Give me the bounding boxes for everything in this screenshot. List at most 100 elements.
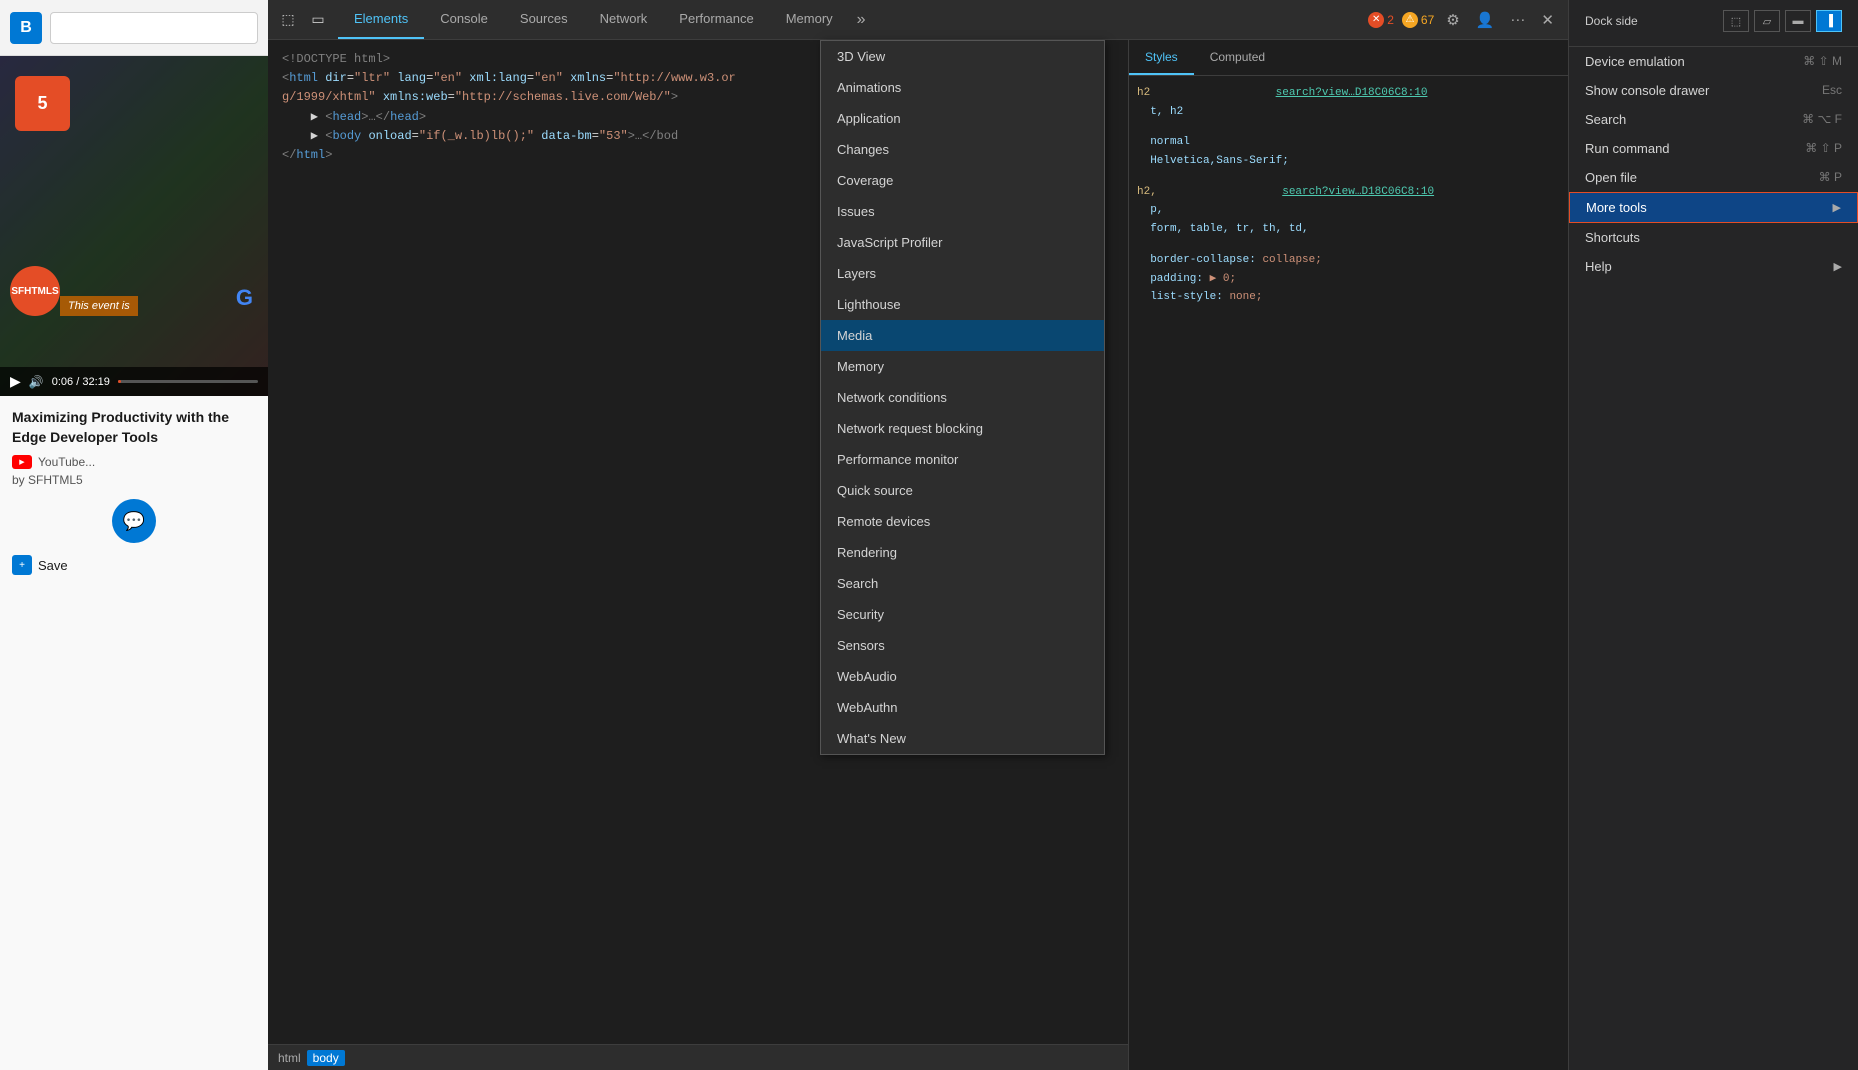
- menu-item-network-blocking[interactable]: Network request blocking: [821, 413, 1104, 444]
- menu-item-animations[interactable]: Animations: [821, 72, 1104, 103]
- dock-icons-row: ⬚ ▱ ▬ ▐: [1723, 10, 1842, 32]
- menu-show-console-label: Show console drawer: [1585, 83, 1709, 98]
- dock-side-row: Dock side ⬚ ▱ ▬ ▐: [1585, 10, 1842, 32]
- menu-item-layers[interactable]: Layers: [821, 258, 1104, 289]
- menu-item-quick-source[interactable]: Quick source: [821, 475, 1104, 506]
- device-icon[interactable]: ▭: [306, 8, 330, 32]
- menu-item-rendering[interactable]: Rendering: [821, 537, 1104, 568]
- menu-open-file[interactable]: Open file ⌘ P: [1569, 163, 1858, 192]
- cursor-icon[interactable]: ⬚: [276, 8, 300, 32]
- video-controls: ▶ 🔊 0:06 / 32:19: [0, 367, 268, 396]
- menu-item-perf-monitor[interactable]: Performance monitor: [821, 444, 1104, 475]
- more-options-icon[interactable]: ···: [1506, 11, 1529, 28]
- menu-item-remote-devices[interactable]: Remote devices: [821, 506, 1104, 537]
- menu-item-application[interactable]: Application: [821, 103, 1104, 134]
- close-button[interactable]: ✕: [1537, 11, 1558, 29]
- dock-panel: Dock side ⬚ ▱ ▬ ▐ Device emulation ⌘ ⇧ M…: [1568, 0, 1858, 1070]
- source-text: YouTube...: [38, 455, 95, 469]
- warn-count: 67: [1421, 13, 1434, 27]
- tab-elements[interactable]: Elements: [338, 0, 424, 39]
- css-block-3: h2, search?view…D18C06C8:10 p, form, tab…: [1137, 183, 1560, 239]
- css-property-font: Helvetica,Sans-Serif;: [1137, 152, 1560, 171]
- css-selector-h2: h2 search?view…D18C06C8:10: [1137, 84, 1560, 103]
- tab-sources[interactable]: Sources: [504, 0, 584, 39]
- html5-badge: 5: [15, 76, 70, 131]
- styles-content[interactable]: h2 search?view…D18C06C8:10 t, h2 normal …: [1129, 76, 1568, 1070]
- css-block-2: normal Helvetica,Sans-Serif;: [1137, 133, 1560, 170]
- browser-panel: B 5 SFHTMLS This event is G ▶ 🔊 0:06 / 3…: [0, 0, 268, 1070]
- dock-undock-button[interactable]: ⬚: [1723, 10, 1749, 32]
- dock-menu: Device emulation ⌘ ⇧ M Show console draw…: [1569, 47, 1858, 281]
- menu-item-security[interactable]: Security: [821, 599, 1104, 630]
- menu-more-tools[interactable]: More tools ▶: [1569, 192, 1858, 223]
- css-selector-h2-2: h2, search?view…D18C06C8:10: [1137, 183, 1560, 202]
- save-button[interactable]: + Save: [12, 555, 256, 575]
- menu-run-command[interactable]: Run command ⌘ ⇧ P: [1569, 134, 1858, 163]
- settings-icon[interactable]: ⚙: [1442, 11, 1463, 29]
- menu-help[interactable]: Help ▶: [1569, 252, 1858, 281]
- tab-performance[interactable]: Performance: [663, 0, 769, 39]
- tab-console[interactable]: Console: [424, 0, 504, 39]
- tab-network[interactable]: Network: [584, 0, 664, 39]
- address-bar[interactable]: [50, 12, 258, 44]
- menu-more-tools-label: More tools: [1586, 200, 1647, 215]
- google-logo: G: [236, 285, 253, 311]
- menu-item-whats-new[interactable]: What's New: [821, 723, 1104, 754]
- browser-toolbar: B: [0, 0, 268, 56]
- menu-item-issues[interactable]: Issues: [821, 196, 1104, 227]
- video-thumbnail: 5 SFHTMLS This event is G: [0, 56, 268, 396]
- tab-memory[interactable]: Memory: [770, 0, 849, 39]
- play-button[interactable]: ▶: [10, 373, 21, 390]
- menu-open-file-shortcut: ⌘ P: [1819, 170, 1842, 185]
- styles-panel: Styles Computed h2 search?view…D18C06C8:…: [1128, 40, 1568, 1070]
- css-property-border: border-collapse: collapse;: [1137, 251, 1560, 270]
- menu-item-lighthouse[interactable]: Lighthouse: [821, 289, 1104, 320]
- dock-bottom-button[interactable]: ▬: [1785, 10, 1811, 32]
- tab-computed[interactable]: Computed: [1194, 40, 1281, 75]
- breadcrumb-html[interactable]: html: [278, 1051, 301, 1065]
- error-badge: ✕ 2: [1368, 12, 1394, 28]
- menu-item-3dview[interactable]: 3D View: [821, 41, 1104, 72]
- dock-right-button[interactable]: ▐: [1816, 10, 1842, 32]
- devtools-tabs: Elements Console Sources Network Perform…: [338, 0, 1358, 39]
- menu-shortcuts[interactable]: Shortcuts: [1569, 223, 1858, 252]
- menu-item-webaudio[interactable]: WebAudio: [821, 661, 1104, 692]
- warning-badge: ⚠ 67: [1402, 12, 1434, 28]
- devtools-header: ⬚ ▭ Elements Console Sources Network Per…: [268, 0, 1568, 40]
- dock-side-label: Dock side: [1585, 14, 1723, 28]
- tab-styles[interactable]: Styles: [1129, 40, 1194, 75]
- menu-item-media[interactable]: Media: [821, 320, 1104, 351]
- menu-search[interactable]: Search ⌘ ⌥ F: [1569, 105, 1858, 134]
- menu-device-emulation-label: Device emulation: [1585, 54, 1685, 69]
- user-icon[interactable]: 👤: [1472, 11, 1499, 29]
- progress-bar[interactable]: [118, 380, 258, 383]
- video-info: Maximizing Productivity with the Edge De…: [0, 396, 268, 1070]
- bing-logo: B: [10, 12, 42, 44]
- devtools-icons: ⬚ ▭: [268, 8, 338, 32]
- dock-left-button[interactable]: ▱: [1754, 10, 1780, 32]
- sfhtml-badge: SFHTMLS: [10, 266, 60, 316]
- menu-item-network-conditions[interactable]: Network conditions: [821, 382, 1104, 413]
- chat-button[interactable]: 💬: [112, 499, 156, 543]
- menu-item-js-profiler[interactable]: JavaScript Profiler: [821, 227, 1104, 258]
- menu-item-changes[interactable]: Changes: [821, 134, 1104, 165]
- menu-item-sensors[interactable]: Sensors: [821, 630, 1104, 661]
- breadcrumb-body[interactable]: body: [307, 1050, 345, 1066]
- more-tools-submenu: 3D View Animations Application Changes C…: [820, 40, 1105, 755]
- video-source: YouTube...: [12, 455, 256, 469]
- devtools-right-icons: ✕ 2 ⚠ 67 ⚙ 👤 ··· ✕: [1358, 11, 1568, 29]
- menu-item-webauthn[interactable]: WebAuthn: [821, 692, 1104, 723]
- more-tabs-button[interactable]: »: [849, 0, 874, 39]
- menu-device-emulation-shortcut: ⌘ ⇧ M: [1803, 54, 1842, 69]
- time-display: 0:06 / 32:19: [52, 376, 110, 388]
- menu-show-console[interactable]: Show console drawer Esc: [1569, 76, 1858, 105]
- volume-button[interactable]: 🔊: [29, 375, 44, 389]
- menu-open-file-label: Open file: [1585, 170, 1637, 185]
- menu-item-memory[interactable]: Memory: [821, 351, 1104, 382]
- menu-item-search[interactable]: Search: [821, 568, 1104, 599]
- css-property-list: list-style: none;: [1137, 288, 1560, 307]
- menu-item-coverage[interactable]: Coverage: [821, 165, 1104, 196]
- css-property-padding: padding: ▶ 0;: [1137, 270, 1560, 289]
- event-banner: This event is: [60, 296, 138, 316]
- menu-device-emulation[interactable]: Device emulation ⌘ ⇧ M: [1569, 47, 1858, 76]
